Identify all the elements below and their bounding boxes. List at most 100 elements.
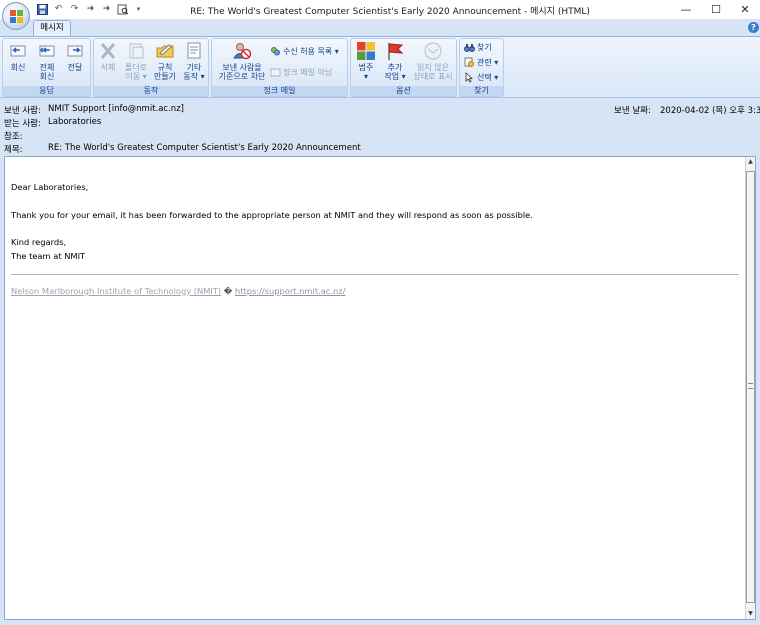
delete-icon: [98, 41, 118, 61]
safe-list-label: 수신 허용 목록 ▾: [283, 47, 339, 56]
group-options: 범주 ▾ 추가 작업 ▾ 읽지 않은 상태로 표시 옵션: [350, 38, 457, 97]
maximize-button[interactable]: ☐: [701, 0, 731, 19]
cursor-icon: [464, 72, 475, 83]
vertical-scrollbar[interactable]: ▲ ▼: [745, 157, 755, 619]
move-to-folder-icon: [126, 41, 146, 61]
mark-unread-icon: [423, 41, 443, 61]
follow-up-button[interactable]: 추가 작업 ▾: [382, 41, 408, 81]
categorize-label-2: ▾: [363, 72, 368, 81]
select-label: 선택 ▾: [477, 73, 499, 82]
nmit-link[interactable]: Nelson Marlborough Institute of Technolo…: [11, 286, 221, 296]
reply-button[interactable]: 회신: [7, 41, 29, 72]
greeting: Dear Laboratories,: [11, 182, 89, 192]
reply-icon: [8, 41, 28, 61]
not-junk-icon: [270, 67, 281, 78]
scroll-down-icon[interactable]: ▼: [746, 609, 755, 619]
reply-label: 회신: [10, 63, 26, 72]
ribbon: 회신 전체 회신 전달 응답 삭제 폴더로 이동 ▾ 규칙 만들기 기타 동작 …: [0, 36, 760, 98]
related-label: 관련 ▾: [477, 58, 499, 67]
body-paragraph: Thank you for your email, it has been fo…: [11, 209, 533, 220]
select-button[interactable]: 선택 ▾: [464, 72, 498, 83]
follow-up-label-2: 작업 ▾: [384, 72, 406, 81]
create-rule-button[interactable]: 규칙 만들기: [152, 41, 178, 81]
other-actions-label-1: 기타: [186, 63, 202, 72]
block-sender-icon: [232, 41, 252, 61]
scroll-grip-icon: [748, 383, 753, 389]
cc-label: 참조:: [4, 132, 23, 142]
group-respond: 회신 전체 회신 전달 응답: [2, 38, 91, 97]
to-value[interactable]: Laboratories: [48, 117, 101, 127]
related-icon: [464, 57, 475, 68]
reply-all-label-2: 회신: [39, 72, 55, 81]
binoculars-icon: [464, 42, 475, 53]
forward-label: 전달: [67, 63, 83, 72]
title-bar: ↶ ↷ ➜ ➜ ▾ RE: The World's Greatest Compu…: [0, 0, 760, 19]
close-button[interactable]: ✕: [730, 0, 760, 19]
support-link[interactable]: https://support.nmit.ac.nz/: [235, 286, 345, 296]
group-actions: 삭제 폴더로 이동 ▾ 규칙 만들기 기타 동작 ▾ 동작: [93, 38, 209, 97]
other-actions-icon: [184, 41, 204, 61]
move-label-1: 폴더로: [124, 63, 148, 72]
forward-icon: [65, 41, 85, 61]
block-sender-label-1: 보낸 사람을: [222, 63, 262, 72]
related-button[interactable]: 관련 ▾: [464, 57, 498, 68]
categorize-button[interactable]: 범주 ▾: [354, 41, 378, 81]
sent-value: 2020-04-02 (목) 오후 3:35: [660, 106, 760, 116]
create-rule-label-1: 규칙: [157, 63, 173, 72]
sign-off: Kind regards,: [11, 237, 67, 247]
delete-label: 삭제: [100, 63, 116, 72]
find-button[interactable]: 찾기: [464, 42, 492, 53]
reply-all-label-1: 전체: [39, 63, 55, 72]
other-actions-button[interactable]: 기타 동작 ▾: [181, 41, 207, 81]
group-find-label: 찾기: [460, 86, 503, 96]
block-sender-label-2: 기준으로 차단: [218, 72, 266, 81]
create-rule-icon: [155, 41, 175, 61]
move-to-folder-button[interactable]: 폴더로 이동 ▾: [123, 41, 149, 81]
group-junk-email: 보낸 사람을 기준으로 차단 수신 허용 목록 ▾ 정크 메일 아님 정크 메일: [211, 38, 348, 97]
group-respond-label: 응답: [3, 86, 90, 96]
mark-unread-label-1: 읽지 않은: [417, 63, 449, 72]
subject-label: 제목:: [4, 145, 23, 155]
group-options-label: 옵션: [351, 86, 456, 96]
group-find: 찾기 관련 ▾ 선택 ▾ 찾기: [459, 38, 504, 97]
categorize-label-1: 범주: [358, 63, 374, 72]
forward-button[interactable]: 전달: [63, 41, 87, 72]
ribbon-tab-row: 메시지 ?: [0, 19, 760, 36]
categorize-icon: [356, 41, 376, 61]
follow-up-label-1: 추가: [387, 63, 403, 72]
office-button[interactable]: [2, 2, 30, 30]
block-sender-button[interactable]: 보낸 사람을 기준으로 차단: [215, 41, 269, 81]
message-header: 보낸 사람: NMIT Support [info@nmit.ac.nz] 받는…: [0, 98, 760, 156]
safe-list-icon: [270, 46, 281, 57]
from-label: 보낸 사람:: [4, 106, 41, 116]
reply-all-button[interactable]: 전체 회신: [35, 41, 59, 81]
footer: Nelson Marlborough Institute of Technolo…: [11, 286, 345, 296]
move-label-2: 이동 ▾: [125, 72, 147, 81]
footer-separator: �: [223, 286, 233, 296]
safe-lists-button[interactable]: 수신 허용 목록 ▾: [270, 46, 339, 57]
mark-as-unread-button[interactable]: 읽지 않은 상태로 표시: [411, 41, 455, 81]
other-actions-label-2: 동작 ▾: [183, 72, 205, 81]
subject-value: RE: The World's Greatest Computer Scient…: [48, 143, 361, 153]
not-junk-button[interactable]: 정크 메일 아님: [270, 67, 332, 78]
message-body[interactable]: Dear Laboratories, Thank you for your em…: [4, 156, 756, 620]
office-logo-icon: [10, 10, 24, 24]
from-value[interactable]: NMIT Support [info@nmit.ac.nz]: [48, 104, 184, 114]
tab-message[interactable]: 메시지: [33, 20, 71, 36]
to-label: 받는 사람:: [4, 119, 41, 129]
flag-icon: [385, 41, 405, 61]
scroll-up-icon[interactable]: ▲: [746, 157, 755, 167]
find-label: 찾기: [477, 43, 492, 52]
mark-unread-label-2: 상태로 표시: [413, 72, 453, 81]
reply-all-icon: [37, 41, 57, 61]
delete-button[interactable]: 삭제: [97, 41, 119, 72]
group-actions-label: 동작: [94, 86, 208, 96]
create-rule-label-2: 만들기: [153, 72, 177, 81]
help-icon[interactable]: ?: [748, 22, 759, 33]
minimize-button[interactable]: —: [671, 0, 701, 19]
window-title: RE: The World's Greatest Computer Scient…: [190, 7, 590, 17]
signature: The team at NMIT: [11, 250, 86, 261]
sent-label: 보낸 날짜:: [614, 106, 651, 116]
divider: [11, 274, 739, 275]
message-content: Dear Laboratories, Thank you for your em…: [11, 181, 739, 263]
